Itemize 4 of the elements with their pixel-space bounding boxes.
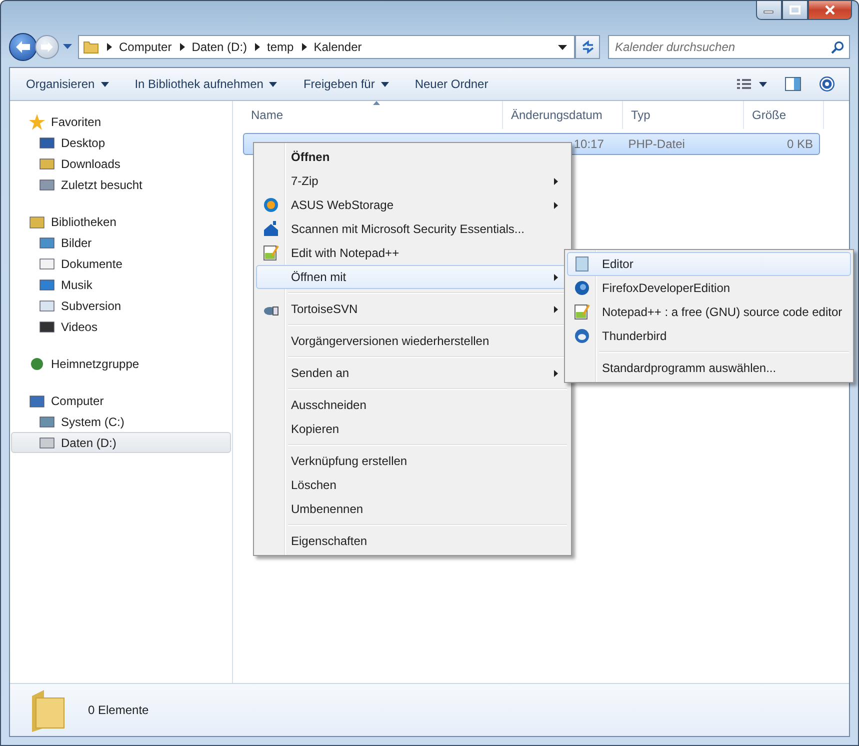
file-size: 0 KB	[786, 137, 813, 151]
file-type: PHP-Datei	[628, 137, 685, 151]
item-count: 0 Elemente	[88, 703, 149, 717]
modified-date: 10:17	[574, 137, 604, 151]
